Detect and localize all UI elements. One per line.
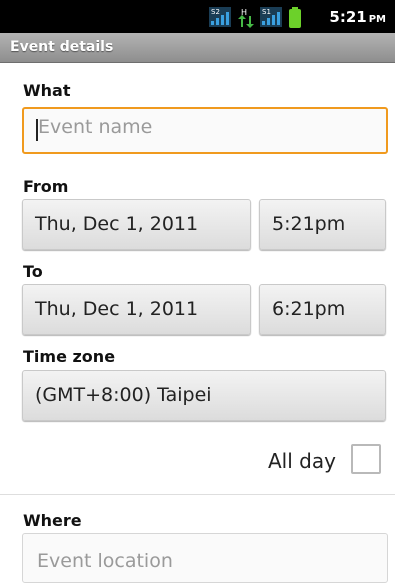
timezone-button[interactable]: (GMT+8:00) Taipei (22, 370, 386, 421)
from-date-button[interactable]: Thu, Dec 1, 2011 (22, 199, 251, 250)
svg-text:S1: S1 (262, 8, 271, 16)
divider (0, 494, 395, 495)
all-day-checkbox[interactable] (351, 444, 381, 474)
to-label: To (23, 262, 43, 281)
what-label: What (23, 81, 71, 100)
page-title: Event details (10, 39, 114, 55)
event-location-placeholder: Event location (37, 550, 173, 572)
event-location-input[interactable]: Event location (22, 533, 388, 583)
status-bar: S2 H S1 5:21 PM (0, 0, 395, 33)
from-label: From (23, 177, 69, 196)
clock: 5:21 PM (329, 8, 386, 26)
data-transfer-icon: H (238, 8, 254, 28)
timezone-label: Time zone (23, 347, 116, 366)
clock-time: 5:21 (329, 8, 367, 26)
all-day-label: All day (268, 449, 336, 473)
to-date-button[interactable]: Thu, Dec 1, 2011 (22, 284, 251, 335)
from-time-button[interactable]: 5:21pm (259, 199, 386, 250)
svg-text:S2: S2 (211, 8, 220, 16)
signal-icon: S1 (260, 7, 282, 27)
to-time-button[interactable]: 6:21pm (259, 284, 386, 335)
event-name-placeholder: Event name (38, 116, 153, 138)
battery-icon (289, 7, 301, 28)
clock-ampm: PM (368, 14, 386, 25)
event-name-input[interactable]: Event name (22, 107, 388, 154)
signal-icon: S2 (209, 7, 231, 27)
where-label: Where (23, 511, 82, 530)
title-bar: Event details (0, 33, 395, 63)
